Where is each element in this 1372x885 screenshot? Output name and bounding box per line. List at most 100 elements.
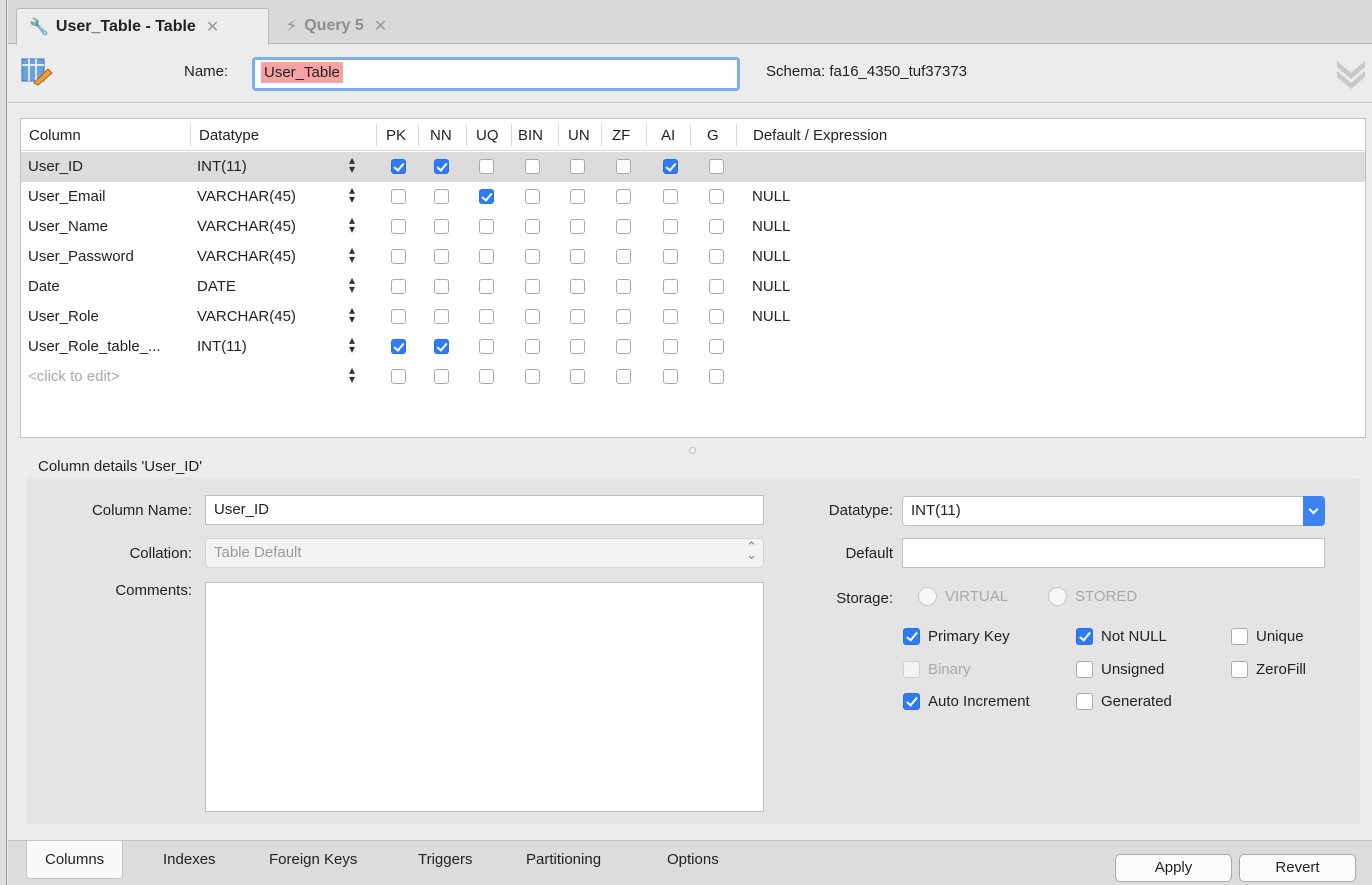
default-input[interactable] — [902, 538, 1325, 568]
nn-checkbox[interactable] — [434, 249, 449, 264]
nn-checkbox[interactable] — [434, 339, 449, 354]
datatype-cell[interactable]: VARCHAR(45) — [197, 188, 296, 205]
zf-checkbox[interactable] — [616, 279, 631, 294]
zf-checkbox[interactable] — [616, 189, 631, 204]
apply-button[interactable]: Apply — [1115, 854, 1232, 882]
ai-checkbox[interactable] — [663, 369, 678, 384]
default-cell[interactable]: NULL — [752, 218, 790, 235]
nn-checkbox[interactable] — [434, 219, 449, 234]
primary-key-checkbox[interactable]: Primary Key — [903, 628, 1010, 645]
pk-checkbox[interactable] — [391, 309, 406, 324]
not-null-checkbox[interactable]: Not NULL — [1076, 628, 1167, 645]
ai-checkbox[interactable] — [663, 159, 678, 174]
uq-checkbox[interactable] — [479, 279, 494, 294]
un-checkbox[interactable] — [570, 369, 585, 384]
uq-checkbox[interactable] — [479, 189, 494, 204]
default-cell[interactable]: NULL — [752, 188, 790, 205]
header-zf[interactable]: ZF — [612, 127, 630, 144]
zerofill-checkbox[interactable]: ZeroFill — [1231, 661, 1306, 678]
table-row[interactable]: Date DATE ▴ ▾ NULL — [21, 272, 1365, 302]
generated-checkbox[interactable]: Generated — [1076, 693, 1172, 710]
header-ai[interactable]: AI — [661, 127, 675, 144]
tab-triggers[interactable]: Triggers — [418, 851, 472, 868]
datatype-cell[interactable]: VARCHAR(45) — [197, 248, 296, 265]
un-checkbox[interactable] — [570, 309, 585, 324]
table-row[interactable]: User_Role_table_... INT(11) ▴ ▾ — [21, 332, 1365, 362]
updown-arrows-icon[interactable]: ▴ ▾ — [347, 244, 357, 265]
uq-checkbox[interactable] — [479, 219, 494, 234]
chevron-down-icon[interactable] — [1303, 496, 1325, 526]
nn-checkbox[interactable] — [434, 369, 449, 384]
bin-checkbox[interactable] — [525, 249, 540, 264]
header-default[interactable]: Default / Expression — [753, 127, 887, 144]
ai-checkbox[interactable] — [663, 189, 678, 204]
zf-checkbox[interactable] — [616, 339, 631, 354]
uq-checkbox[interactable] — [479, 369, 494, 384]
datatype-cell[interactable]: DATE — [197, 278, 236, 295]
nn-checkbox[interactable] — [434, 309, 449, 324]
un-checkbox[interactable] — [570, 219, 585, 234]
pk-checkbox[interactable] — [391, 219, 406, 234]
table-row[interactable]: User_ID INT(11) ▴ ▾ — [21, 152, 1365, 182]
zf-checkbox[interactable] — [616, 309, 631, 324]
collapse-chevron-icon[interactable] — [1333, 55, 1369, 91]
unique-checkbox[interactable]: Unique — [1231, 628, 1304, 645]
column-name-cell[interactable]: User_Role_table_... — [28, 338, 161, 355]
tab-query-5[interactable]: ⚡ Query 5 ✕ — [274, 8, 444, 44]
ai-checkbox[interactable] — [663, 219, 678, 234]
default-cell[interactable]: NULL — [752, 248, 790, 265]
bin-checkbox[interactable] — [525, 189, 540, 204]
zf-checkbox[interactable] — [616, 249, 631, 264]
un-checkbox[interactable] — [570, 249, 585, 264]
column-name-cell[interactable]: User_Email — [28, 188, 106, 205]
header-pk[interactable]: PK — [386, 127, 406, 144]
pk-checkbox[interactable] — [391, 369, 406, 384]
revert-button[interactable]: Revert — [1239, 854, 1356, 882]
un-checkbox[interactable] — [570, 279, 585, 294]
header-datatype[interactable]: Datatype — [199, 127, 259, 144]
updown-arrows-icon[interactable]: ▴ ▾ — [347, 304, 357, 325]
uq-checkbox[interactable] — [479, 339, 494, 354]
un-checkbox[interactable] — [570, 339, 585, 354]
tab-columns[interactable]: Columns — [26, 841, 124, 879]
un-checkbox[interactable] — [570, 159, 585, 174]
updown-arrows-icon[interactable]: ▴ ▾ — [347, 214, 357, 235]
column-name-cell[interactable]: User_Password — [28, 248, 134, 265]
table-name-input[interactable]: User_Table — [252, 57, 740, 91]
un-checkbox[interactable] — [570, 189, 585, 204]
g-checkbox[interactable] — [709, 369, 724, 384]
updown-arrows-icon[interactable]: ▴ ▾ — [347, 154, 357, 175]
nn-checkbox[interactable] — [434, 189, 449, 204]
ai-checkbox[interactable] — [663, 279, 678, 294]
pk-checkbox[interactable] — [391, 159, 406, 174]
updown-arrows-icon[interactable]: ▴ ▾ — [347, 334, 357, 355]
header-bin[interactable]: BIN — [518, 127, 543, 144]
column-name-cell[interactable]: User_Name — [28, 218, 108, 235]
datatype-combobox[interactable]: INT(11) — [902, 496, 1325, 526]
nn-checkbox[interactable] — [434, 279, 449, 294]
pk-checkbox[interactable] — [391, 339, 406, 354]
g-checkbox[interactable] — [709, 279, 724, 294]
header-nn[interactable]: NN — [430, 127, 452, 144]
pk-checkbox[interactable] — [391, 279, 406, 294]
column-name-cell[interactable]: User_ID — [28, 158, 83, 175]
close-icon[interactable]: ✕ — [206, 17, 219, 37]
g-checkbox[interactable] — [709, 309, 724, 324]
pk-checkbox[interactable] — [391, 249, 406, 264]
column-name-cell[interactable]: <click to edit> — [28, 368, 120, 385]
header-uq[interactable]: UQ — [476, 127, 499, 144]
close-icon[interactable]: ✕ — [374, 16, 387, 36]
zf-checkbox[interactable] — [616, 369, 631, 384]
default-cell[interactable]: NULL — [752, 308, 790, 325]
zf-checkbox[interactable] — [616, 159, 631, 174]
table-row[interactable]: User_Password VARCHAR(45) ▴ ▾ NULL — [21, 242, 1365, 272]
datatype-cell[interactable]: INT(11) — [197, 158, 247, 175]
updown-arrows-icon[interactable]: ▴ ▾ — [347, 274, 357, 295]
ai-checkbox[interactable] — [663, 339, 678, 354]
ai-checkbox[interactable] — [663, 249, 678, 264]
unsigned-checkbox[interactable]: Unsigned — [1076, 661, 1164, 678]
uq-checkbox[interactable] — [479, 309, 494, 324]
auto-increment-checkbox[interactable]: Auto Increment — [903, 693, 1030, 710]
datatype-cell[interactable]: VARCHAR(45) — [197, 218, 296, 235]
tab-user-table[interactable]: 🔧 User_Table - Table ✕ — [16, 8, 269, 45]
